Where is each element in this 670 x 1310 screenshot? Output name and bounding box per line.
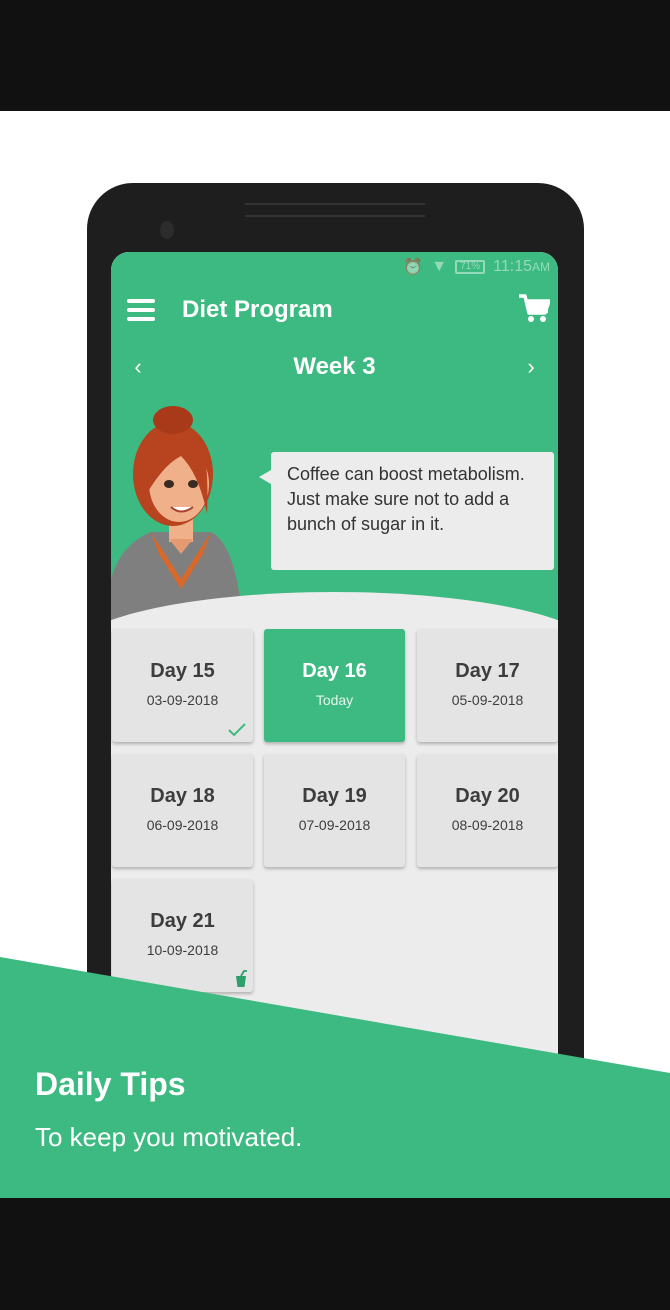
promo-stage: ⏰ ▼ 71% 11:15AM Diet Program ‹ Week 3 › … bbox=[0, 111, 670, 1198]
day-label: Day 20 bbox=[455, 785, 520, 807]
check-icon bbox=[228, 723, 246, 737]
day-card-15[interactable]: Day 15 03-09-2018 bbox=[112, 629, 253, 742]
day-label: Day 15 bbox=[150, 660, 215, 682]
day-card-16[interactable]: Day 16 Today bbox=[264, 629, 405, 742]
app-header: ⏰ ▼ 71% 11:15AM Diet Program ‹ Week 3 › … bbox=[111, 252, 558, 652]
day-label: Day 21 bbox=[150, 910, 215, 932]
day-label: Day 16 bbox=[302, 660, 367, 682]
day-card-20[interactable]: Day 20 08-09-2018 bbox=[417, 754, 558, 867]
day-date: 05-09-2018 bbox=[451, 692, 524, 708]
day-date: 08-09-2018 bbox=[451, 817, 524, 833]
app-title: Diet Program bbox=[182, 296, 333, 323]
toolbar: Diet Program bbox=[111, 288, 558, 332]
tip-bubble: Coffee can boost metabolism. Just make s… bbox=[259, 452, 554, 570]
day-label: Day 17 bbox=[455, 660, 520, 682]
phone-camera bbox=[160, 221, 174, 239]
battery-icon: 71% bbox=[455, 260, 486, 274]
status-time-ampm: AM bbox=[532, 260, 550, 274]
status-time-value: 11:15 bbox=[493, 258, 532, 275]
day-date: 06-09-2018 bbox=[146, 817, 219, 833]
day-label: Day 19 bbox=[302, 785, 367, 807]
phone-frame: ⏰ ▼ 71% 11:15AM Diet Program ‹ Week 3 › … bbox=[87, 183, 584, 1183]
week-title: Week 3 bbox=[293, 353, 376, 380]
day-card-18[interactable]: Day 18 06-09-2018 bbox=[112, 754, 253, 867]
day-date: 07-09-2018 bbox=[298, 817, 371, 833]
menu-icon[interactable] bbox=[127, 299, 155, 321]
day-card-21[interactable]: Day 21 10-09-2018 bbox=[112, 879, 253, 992]
status-bar: ⏰ ▼ 71% 11:15AM bbox=[403, 257, 550, 277]
status-time: 11:15AM bbox=[493, 258, 550, 276]
week-navigator: ‹ Week 3 › bbox=[111, 347, 558, 387]
day-label: Day 18 bbox=[150, 785, 215, 807]
coach-avatar bbox=[111, 406, 243, 624]
phone-speaker bbox=[245, 203, 425, 217]
app-screen: ⏰ ▼ 71% 11:15AM Diet Program ‹ Week 3 › … bbox=[111, 252, 558, 1152]
day-card-17[interactable]: Day 17 05-09-2018 bbox=[417, 629, 558, 742]
wifi-icon: ▼ bbox=[431, 258, 448, 275]
bottom-letterbox bbox=[0, 1198, 670, 1310]
day-date: 10-09-2018 bbox=[146, 942, 219, 958]
day-date: 03-09-2018 bbox=[146, 692, 219, 708]
day-card-19[interactable]: Day 19 07-09-2018 bbox=[264, 754, 405, 867]
cart-icon[interactable] bbox=[518, 293, 550, 323]
drink-icon bbox=[236, 970, 247, 987]
chevron-right-icon[interactable]: › bbox=[516, 352, 546, 382]
alarm-icon: ⏰ bbox=[403, 259, 424, 276]
day-date: Today bbox=[315, 692, 354, 708]
top-letterbox bbox=[0, 0, 670, 111]
